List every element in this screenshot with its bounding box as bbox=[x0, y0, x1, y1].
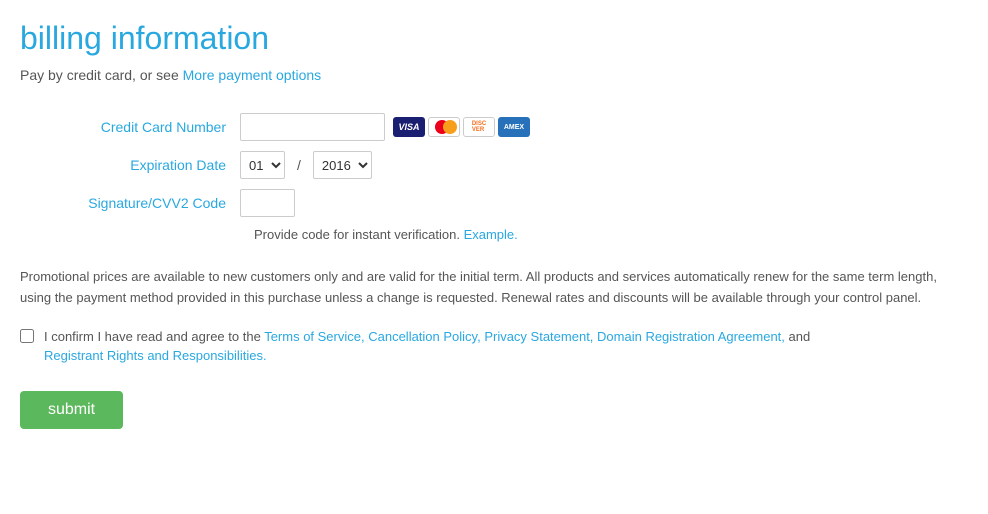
agreement-row: I confirm I have read and agree to the T… bbox=[20, 327, 968, 366]
discover-icon: DISCVER bbox=[463, 117, 495, 137]
agreement-pre-text: I confirm I have read and agree to the bbox=[44, 329, 264, 344]
expiry-separator: / bbox=[297, 157, 301, 173]
cvv-example-link[interactable]: Example. bbox=[464, 227, 518, 242]
cancellation-policy-link[interactable]: Cancellation Policy, bbox=[365, 329, 481, 344]
promo-text: Promotional prices are available to new … bbox=[20, 267, 968, 309]
expiry-year-select[interactable]: 2016 2017 2018 2019 2020 2021 2022 2023 … bbox=[313, 151, 372, 179]
privacy-statement-link[interactable]: Privacy Statement, bbox=[481, 329, 594, 344]
page-title: billing information bbox=[20, 20, 968, 57]
cvv-label: Signature/CVV2 Code bbox=[20, 195, 240, 211]
cc-number-label: Credit Card Number bbox=[20, 119, 240, 135]
registrant-rights-link[interactable]: Registrant Rights and Responsibilities. bbox=[44, 348, 267, 363]
cc-number-control: VISA DISCVER AMEX bbox=[240, 113, 530, 141]
mastercard-icon bbox=[428, 117, 460, 137]
submit-button[interactable]: submit bbox=[20, 391, 123, 429]
terms-of-service-link[interactable]: Terms of Service, bbox=[264, 329, 364, 344]
billing-form: Credit Card Number VISA DISCVER AMEX Exp… bbox=[20, 113, 968, 242]
agreement-text: I confirm I have read and agree to the T… bbox=[44, 327, 810, 366]
expiration-control: 01 02 03 04 05 06 07 08 09 10 11 12 / 20… bbox=[240, 151, 372, 179]
cvv-input[interactable] bbox=[240, 189, 295, 217]
expiration-row: Expiration Date 01 02 03 04 05 06 07 08 … bbox=[20, 151, 968, 179]
cvv-hint: Provide code for instant verification. E… bbox=[240, 227, 968, 242]
agree-checkbox[interactable] bbox=[20, 329, 34, 343]
expiration-label: Expiration Date bbox=[20, 157, 240, 173]
cvv-row: Signature/CVV2 Code bbox=[20, 189, 968, 217]
subtitle: Pay by credit card, or see More payment … bbox=[20, 67, 968, 83]
subtitle-text: Pay by credit card, or see bbox=[20, 67, 183, 83]
domain-registration-link[interactable]: Domain Registration Agreement, bbox=[593, 329, 784, 344]
expiry-month-select[interactable]: 01 02 03 04 05 06 07 08 09 10 11 12 bbox=[240, 151, 285, 179]
more-payment-options-link[interactable]: More payment options bbox=[183, 67, 322, 83]
cc-number-input[interactable] bbox=[240, 113, 385, 141]
visa-icon: VISA bbox=[393, 117, 425, 137]
card-icons: VISA DISCVER AMEX bbox=[393, 117, 530, 137]
amex-icon: AMEX bbox=[498, 117, 530, 137]
cc-number-row: Credit Card Number VISA DISCVER AMEX bbox=[20, 113, 968, 141]
cvv-control bbox=[240, 189, 295, 217]
cvv-hint-text: Provide code for instant verification. bbox=[254, 227, 460, 242]
